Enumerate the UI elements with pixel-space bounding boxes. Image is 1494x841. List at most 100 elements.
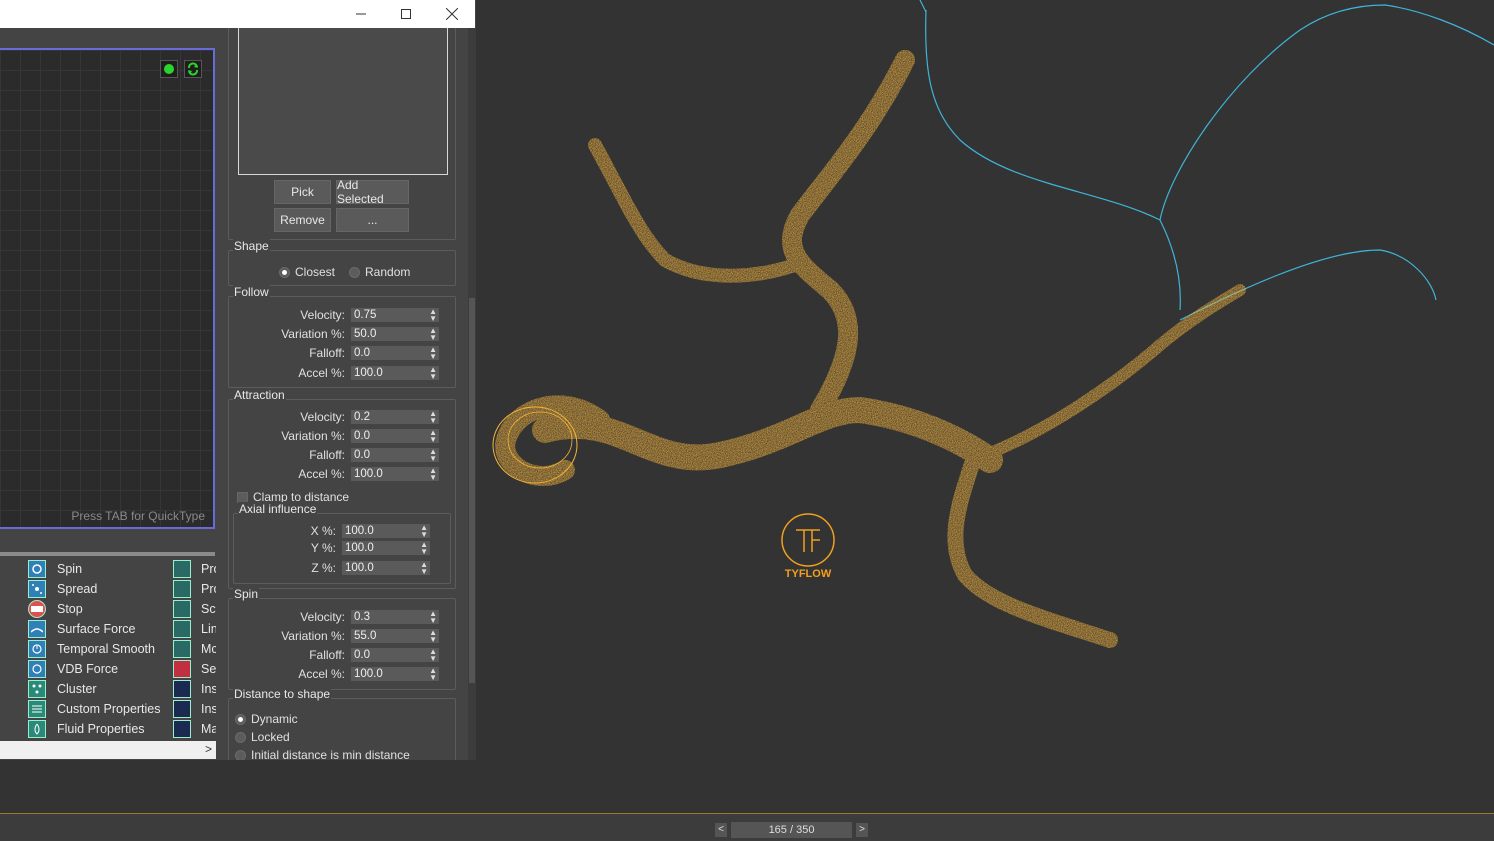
operator-properties-panel[interactable]: Pick Add Selected Remove ... Shape Close… bbox=[222, 28, 462, 760]
operator-label: Lin bbox=[201, 622, 216, 636]
field-value: 100.0 bbox=[354, 367, 383, 379]
operator-temporal-smooth[interactable]: Temporal Smooth bbox=[28, 640, 155, 658]
axial-y-spinner[interactable]: 100.0 ▲ ▼ bbox=[342, 541, 430, 556]
follow-accel-spinner[interactable]: 100.0 ▲ ▼ bbox=[351, 366, 439, 381]
refresh-icon bbox=[188, 62, 198, 76]
spin-variation-spinner[interactable]: 55.0 ▲ ▼ bbox=[351, 629, 439, 644]
spinner-arrows-icon[interactable]: ▲ ▼ bbox=[429, 308, 437, 323]
operator-right-4[interactable]: Lin bbox=[173, 620, 216, 638]
operator-right-7[interactable]: Ins bbox=[173, 680, 216, 698]
spin-velocity-spinner[interactable]: 0.3 ▲ ▼ bbox=[351, 610, 439, 625]
axial-x-spinner[interactable]: 100.0 ▲ ▼ bbox=[342, 524, 430, 539]
operator-right-9[interactable]: Ma bbox=[173, 720, 216, 738]
operator-right-3[interactable]: Scr bbox=[173, 600, 216, 618]
properties-scrollbar-thumb[interactable] bbox=[469, 298, 475, 683]
operator-right-2[interactable]: Pro bbox=[173, 580, 216, 598]
properties-scrollbar[interactable] bbox=[468, 28, 476, 760]
spinner-arrows-icon[interactable]: ▲ ▼ bbox=[429, 610, 437, 625]
spinner-arrows-icon[interactable]: ▲ ▼ bbox=[429, 648, 437, 663]
checkbox-icon bbox=[237, 491, 248, 503]
status-green-dot-button[interactable] bbox=[160, 60, 178, 78]
spinner-arrows-icon[interactable]: ▲ ▼ bbox=[429, 366, 437, 381]
spinner-arrows-icon[interactable]: ▲ ▼ bbox=[429, 429, 437, 444]
spinner-arrows-icon[interactable]: ▲ ▼ bbox=[429, 346, 437, 361]
operator-icon bbox=[173, 640, 191, 658]
operator-stop[interactable]: Stop bbox=[28, 600, 83, 618]
locked-radio[interactable]: Locked bbox=[235, 730, 290, 744]
shape-group: Shape Closest Random bbox=[228, 239, 456, 286]
pick-button[interactable]: Pick bbox=[274, 180, 331, 204]
field-label: Accel %: bbox=[298, 667, 345, 681]
field-value: 100.0 bbox=[345, 525, 374, 537]
field-label: Falloff: bbox=[309, 448, 345, 462]
field-label: Y %: bbox=[310, 541, 336, 555]
attraction-velocity-spinner[interactable]: 0.2 ▲ ▼ bbox=[351, 410, 439, 425]
dynamic-radio[interactable]: Dynamic bbox=[235, 712, 298, 726]
spinner-arrows-icon[interactable]: ▲ ▼ bbox=[429, 327, 437, 342]
refresh-button[interactable] bbox=[184, 60, 202, 78]
field-label: Variation %: bbox=[281, 629, 345, 643]
operator-label: Spin bbox=[57, 562, 83, 576]
attraction-variation-spinner[interactable]: 0.0 ▲ ▼ bbox=[351, 429, 439, 444]
spinner-arrows-icon[interactable]: ▲ ▼ bbox=[429, 467, 437, 482]
initial-distance-radio[interactable]: Initial distance is min distance bbox=[235, 748, 410, 760]
operator-custom-properties[interactable]: Custom Properties bbox=[28, 700, 161, 718]
field-label: Velocity: bbox=[300, 610, 345, 624]
window-titlebar[interactable] bbox=[0, 0, 475, 28]
initial-distance-label: Initial distance is min distance bbox=[251, 748, 410, 760]
spinner-arrows-icon[interactable]: ▲ ▼ bbox=[420, 524, 428, 539]
follow-velocity-spinner[interactable]: 0.75 ▲ ▼ bbox=[351, 308, 439, 323]
closest-radio[interactable]: Closest bbox=[279, 265, 335, 279]
field-value: 0.0 bbox=[354, 430, 370, 442]
axial-y-row: Y %: 100.0 ▲ ▼ bbox=[242, 541, 430, 556]
spin-accel-spinner[interactable]: 100.0 ▲ ▼ bbox=[351, 667, 439, 682]
locked-label: Locked bbox=[251, 730, 290, 744]
close-button[interactable] bbox=[429, 0, 475, 28]
operator-fluid-properties[interactable]: Fluid Properties bbox=[28, 720, 145, 738]
timeline-next-button[interactable]: > bbox=[856, 823, 868, 837]
spinner-arrows-icon[interactable]: ▲ ▼ bbox=[429, 448, 437, 463]
attraction-accel-spinner[interactable]: 100.0 ▲ ▼ bbox=[351, 467, 439, 482]
spinner-arrows-icon[interactable]: ▲ ▼ bbox=[429, 410, 437, 425]
operator-right-5[interactable]: Mc bbox=[173, 640, 216, 658]
operator-right-8[interactable]: Ins bbox=[173, 700, 216, 718]
minimize-button[interactable] bbox=[338, 0, 384, 28]
palette-divider[interactable] bbox=[0, 552, 215, 556]
scroll-right-arrow-icon[interactable]: > bbox=[205, 742, 212, 756]
operator-surface-force[interactable]: Surface Force bbox=[28, 620, 136, 638]
custom-properties-icon bbox=[28, 700, 46, 718]
timeline-frame-slider[interactable]: 165 / 350 bbox=[731, 822, 852, 838]
operator-right-1[interactable]: Pro bbox=[173, 560, 216, 578]
field-label: Z %: bbox=[311, 561, 336, 575]
operator-cluster[interactable]: Cluster bbox=[28, 680, 97, 698]
attraction-falloff-spinner[interactable]: 0.0 ▲ ▼ bbox=[351, 448, 439, 463]
spin-falloff-spinner[interactable]: 0.0 ▲ ▼ bbox=[351, 648, 439, 663]
operator-spin[interactable]: Spin bbox=[28, 560, 82, 578]
random-radio[interactable]: Random bbox=[349, 265, 410, 279]
field-value: 50.0 bbox=[354, 328, 377, 340]
axial-z-spinner[interactable]: 100.0 ▲ ▼ bbox=[342, 561, 430, 576]
palette-horizontal-scrollbar[interactable]: > bbox=[0, 741, 216, 759]
add-selected-button[interactable]: Add Selected bbox=[336, 178, 409, 206]
flow-graph-canvas[interactable]: Press TAB for QuickType bbox=[0, 48, 215, 529]
axial-group-title: Axial influence bbox=[238, 502, 318, 516]
spinner-arrows-icon[interactable]: ▲ ▼ bbox=[429, 629, 437, 644]
spinner-arrows-icon[interactable]: ▲ ▼ bbox=[420, 561, 428, 576]
operator-label: Ins bbox=[201, 682, 216, 696]
more-options-button[interactable]: ... bbox=[336, 208, 409, 232]
operator-palette[interactable]: Spin Spread Stop Surface Force Temporal … bbox=[0, 552, 216, 760]
timeline-prev-button[interactable]: < bbox=[715, 823, 727, 837]
follow-variation-spinner[interactable]: 50.0 ▲ ▼ bbox=[351, 327, 439, 342]
remove-button[interactable]: Remove bbox=[274, 208, 331, 232]
maximize-button[interactable] bbox=[383, 0, 429, 28]
operator-right-6[interactable]: Set bbox=[173, 660, 216, 678]
follow-falloff-spinner[interactable]: 0.0 ▲ ▼ bbox=[351, 346, 439, 361]
field-label: Falloff: bbox=[309, 346, 345, 360]
operator-label: Set bbox=[201, 662, 216, 676]
operator-icon bbox=[173, 580, 191, 598]
spinner-arrows-icon[interactable]: ▲ ▼ bbox=[420, 541, 428, 556]
operator-vdb-force[interactable]: VDB Force bbox=[28, 660, 118, 678]
operator-spread[interactable]: Spread bbox=[28, 580, 97, 598]
shape-objects-list[interactable] bbox=[238, 28, 448, 175]
spinner-arrows-icon[interactable]: ▲ ▼ bbox=[429, 667, 437, 682]
